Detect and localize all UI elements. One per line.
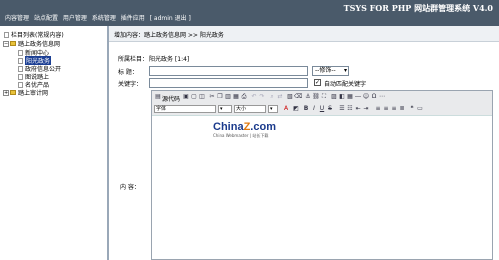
logout-link[interactable]: [ admin 退出 ] bbox=[150, 15, 191, 22]
copy-icon[interactable]: ❐ bbox=[216, 93, 224, 101]
nav-site-config[interactable]: 站点配置 bbox=[34, 15, 58, 22]
remove-format-icon[interactable]: ⌫ bbox=[294, 93, 302, 101]
content-label: 内 容： bbox=[120, 184, 140, 191]
tree-group-zhengwu[interactable]: − 踏上政务信息网 bbox=[3, 39, 60, 48]
tree-group-label: 踏上审计网 bbox=[18, 90, 49, 97]
hr-icon[interactable]: ― bbox=[354, 93, 362, 101]
page-icon bbox=[18, 57, 23, 64]
page-icon bbox=[18, 73, 23, 80]
style-select[interactable]: --修饰-- ▾ bbox=[312, 66, 349, 76]
align-right-icon[interactable]: ≡ bbox=[390, 105, 398, 113]
cut-icon[interactable]: ✂ bbox=[208, 93, 216, 101]
keywords-input[interactable] bbox=[149, 78, 308, 88]
main-panel: 增加内容：踏上政务信息网 >> 阳光政务 所属栏目： 阳光政务 [1:4] 标 … bbox=[109, 26, 499, 260]
nav-content[interactable]: 内容管理 bbox=[5, 15, 29, 22]
align-center-icon[interactable]: ≡ bbox=[382, 105, 390, 113]
italic-icon[interactable]: I bbox=[310, 105, 318, 113]
preview-icon[interactable]: ◫ bbox=[198, 93, 206, 101]
justify-icon[interactable]: ≣ bbox=[398, 105, 406, 113]
editor-toolbar-2: 字体 ▾ 大小 ▾ A ◩ B I U S ☰ ☷ ⇤ ⇥ ≡ ≡ ≡ ≣ ❝ … bbox=[152, 103, 492, 116]
source-icon[interactable]: ▤ bbox=[154, 93, 162, 101]
nav-plugins[interactable]: 插件应用 bbox=[121, 15, 145, 22]
special-char-icon[interactable]: Ω bbox=[370, 93, 378, 101]
strike-icon[interactable]: S bbox=[326, 105, 334, 113]
bold-icon[interactable]: B bbox=[302, 105, 310, 113]
tree-root-label: 栏目列表(常规内容) bbox=[11, 32, 64, 39]
chevron-down-icon: ▾ bbox=[343, 67, 347, 74]
logo-china: China bbox=[213, 121, 244, 133]
logo-subtitle: China Webmaster | 站长下载 bbox=[213, 133, 269, 138]
font-select-arrow[interactable]: ▾ bbox=[218, 105, 232, 113]
breadcrumb: 增加内容：踏上政务信息网 >> 阳光政务 bbox=[109, 26, 499, 42]
channel-label: 所属栏目： bbox=[118, 56, 149, 63]
font-select-value: 字体 bbox=[156, 106, 167, 112]
rich-text-editor[interactable]: ▤ 源代码 ▣ ▢ ◫ ✂ ❐ ▥ ▦ ⎙ ↶ ↷ ⌕ ⇄ ▧ ⌫ ⚓ ⛓ ⛶ … bbox=[151, 90, 493, 260]
keywords-label: 关键字： bbox=[118, 81, 143, 88]
size-select-arrow[interactable]: ▾ bbox=[268, 105, 278, 113]
find-icon[interactable]: ⌕ bbox=[268, 93, 276, 101]
page-icon bbox=[18, 49, 23, 56]
numbered-list-icon[interactable]: ☰ bbox=[338, 105, 346, 113]
paste-text-icon[interactable]: ▦ bbox=[232, 93, 240, 101]
title-input[interactable] bbox=[149, 66, 308, 76]
undo-icon[interactable]: ↶ bbox=[250, 93, 258, 101]
top-bar: TSYS FOR PHP 网站群管理系统 V4.0 内容管理 站点配置 用户管理… bbox=[0, 0, 499, 26]
breadcrumb-text: 增加内容：踏上政务信息网 >> 阳光政务 bbox=[114, 32, 224, 39]
flash-icon[interactable]: ◧ bbox=[338, 93, 346, 101]
text-color-icon[interactable]: A bbox=[282, 105, 290, 113]
root-icon bbox=[4, 31, 9, 38]
size-select-value: 大小 bbox=[236, 106, 247, 112]
sidebar-tree: 栏目列表(常规内容) − 踏上政务信息网 新闻中心 阳光政务 政府信息公开 图说… bbox=[0, 26, 109, 260]
tree-group-label: 踏上政务信息网 bbox=[18, 41, 61, 48]
paste-icon[interactable]: ▥ bbox=[224, 93, 232, 101]
select-all-icon[interactable]: ▧ bbox=[286, 93, 294, 101]
page-icon bbox=[18, 81, 23, 88]
title-label: 标 题： bbox=[118, 69, 138, 76]
table-icon[interactable]: ▦ bbox=[346, 93, 354, 101]
image-icon[interactable]: ▨ bbox=[330, 93, 338, 101]
font-select[interactable]: 字体 bbox=[154, 105, 216, 113]
source-button[interactable]: 源代码 bbox=[162, 94, 180, 103]
folder-icon bbox=[10, 41, 16, 46]
div-icon[interactable]: ▭ bbox=[416, 105, 424, 113]
main-nav: 内容管理 站点配置 用户管理 系统管理 插件应用 [ admin 退出 ] bbox=[5, 13, 194, 22]
new-page-icon[interactable]: ▢ bbox=[190, 93, 198, 101]
blockquote-icon[interactable]: ❝ bbox=[408, 105, 416, 113]
replace-icon[interactable]: ⇄ bbox=[276, 93, 284, 101]
redo-icon[interactable]: ↷ bbox=[258, 93, 266, 101]
link-icon[interactable]: ⛓ bbox=[312, 93, 320, 101]
indent-icon[interactable]: ⇥ bbox=[362, 105, 370, 113]
anchor-icon[interactable]: ⚓ bbox=[304, 93, 312, 101]
nav-users[interactable]: 用户管理 bbox=[63, 15, 87, 22]
style-select-value: --修饰-- bbox=[315, 67, 336, 74]
save-icon[interactable]: ▣ bbox=[182, 93, 190, 101]
bg-color-icon[interactable]: ◩ bbox=[292, 105, 300, 113]
expand-icon[interactable]: + bbox=[3, 89, 9, 96]
outdent-icon[interactable]: ⇤ bbox=[354, 105, 362, 113]
page-break-icon[interactable]: ⋯ bbox=[378, 93, 386, 101]
channel-value: 阳光政务 [1:4] bbox=[149, 56, 190, 63]
smiley-icon[interactable]: ☺ bbox=[362, 93, 370, 101]
auto-keywords-label: 自动匹配关键字 bbox=[324, 81, 367, 88]
folder-icon bbox=[10, 90, 16, 95]
content-logo: ChinaZ.com China Webmaster | 站长下载 bbox=[213, 122, 276, 139]
tree-group-audit[interactable]: + 踏上审计网 bbox=[3, 88, 48, 97]
unlink-icon[interactable]: ⛶ bbox=[320, 93, 328, 101]
app-title: TSYS FOR PHP 网站群管理系统 V4.0 bbox=[343, 3, 493, 13]
auto-keywords-checkbox[interactable]: ✓ bbox=[314, 79, 321, 86]
page-icon bbox=[18, 65, 23, 72]
nav-system[interactable]: 系统管理 bbox=[92, 15, 116, 22]
collapse-icon[interactable]: − bbox=[3, 40, 9, 47]
underline-icon[interactable]: U bbox=[318, 105, 326, 113]
size-select[interactable]: 大小 bbox=[234, 105, 266, 113]
bullet-list-icon[interactable]: ☷ bbox=[346, 105, 354, 113]
print-icon[interactable]: ⎙ bbox=[240, 93, 248, 101]
tree-root[interactable]: 栏目列表(常规内容) bbox=[4, 30, 64, 39]
align-left-icon[interactable]: ≡ bbox=[374, 105, 382, 113]
logo-com: .com bbox=[250, 121, 276, 133]
